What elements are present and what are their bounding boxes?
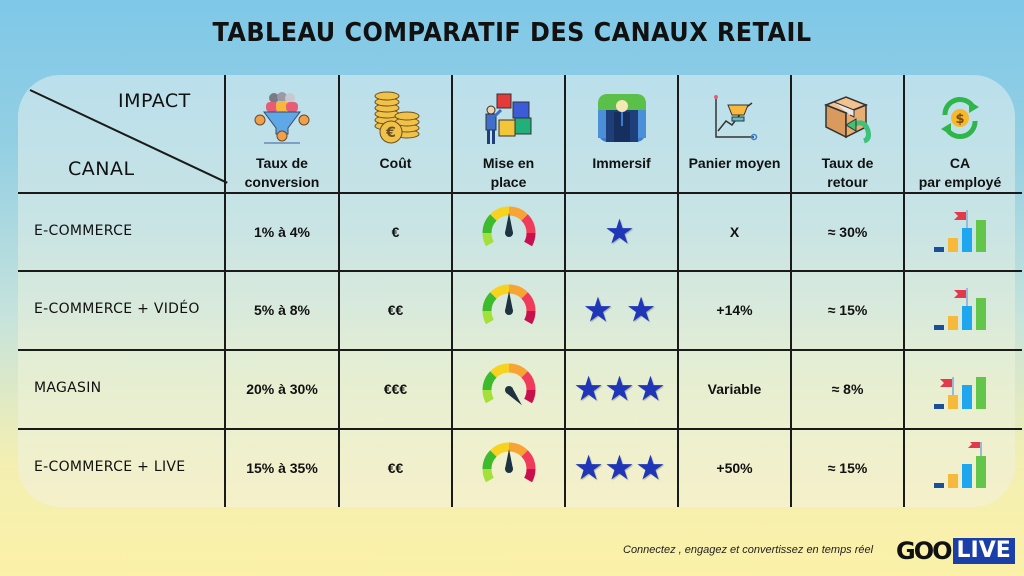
corner-label-canal: CANAL (68, 158, 135, 180)
row-label-canal: E-COMMERCE + LIVE (34, 459, 186, 475)
column-header-immersif: Immersif (566, 78, 677, 192)
euro-coins-icon: € (371, 88, 421, 148)
bar (934, 482, 944, 488)
conversion-funnel-icon (252, 88, 312, 148)
cell-mise-en-place (453, 350, 564, 428)
cell-conversion: 5% à 8% (253, 302, 311, 318)
cell-cout: €€ (387, 460, 404, 476)
bar (962, 227, 972, 252)
svg-text:$: $ (955, 112, 964, 127)
cell-conversion: 15% à 35% (246, 460, 318, 476)
column-header-label: Coût (379, 155, 412, 171)
column-header-ca: $ CA par employé (905, 78, 1015, 192)
immersive-person-icon (596, 88, 648, 148)
row-label-canal: E-COMMERCE (34, 223, 133, 239)
revenue-cycle-icon: $ (937, 88, 983, 148)
return-box-icon (820, 88, 876, 148)
cell-immersif: ★ (566, 193, 677, 271)
speedometer-gauge-icon (479, 360, 539, 419)
star-rating-icon: ★★★ (575, 372, 668, 406)
column-header-label: Mise en place (482, 155, 535, 190)
goolive-logo: GOO LIVE (896, 537, 1015, 565)
speedometer-gauge-icon (479, 439, 539, 498)
corner-label-impact: IMPACT (118, 90, 191, 112)
bar (934, 246, 944, 252)
cell-panier-moyen: +14% (716, 302, 753, 318)
cell-taux-retour: ≈ 30% (827, 224, 868, 240)
cell-immersif: ★★★ (566, 350, 677, 428)
column-header-conversion: Taux de conversion (226, 78, 338, 192)
logo-goo-text: GOO (896, 537, 952, 565)
column-header-panier: Panier moyen (679, 78, 790, 192)
logo-live-text: LIVE (952, 538, 1015, 564)
bar (976, 455, 986, 488)
bar (962, 384, 972, 409)
bar-chart-flag-icon (930, 284, 990, 337)
puzzle-setup-icon (481, 88, 537, 148)
star-rating-icon: ★ ★ (584, 293, 659, 327)
column-header-label: Immersif (592, 155, 651, 171)
bar (976, 219, 986, 252)
star-rating-icon: ★ (606, 215, 637, 249)
bar (976, 297, 986, 330)
bar (934, 324, 944, 330)
cell-mise-en-place (453, 429, 564, 507)
bar (948, 237, 958, 252)
bar-chart-flag-icon (930, 437, 990, 495)
cell-cout: €€ (387, 302, 404, 318)
cell-ca-par-employe (905, 271, 1015, 349)
svg-text:€: € (385, 125, 396, 141)
cell-ca-par-employe (905, 429, 1015, 507)
speedometer-gauge-icon (479, 203, 539, 262)
column-header-mise-en-place: Mise en place (453, 78, 564, 192)
bar (976, 376, 986, 409)
cell-ca-par-employe (905, 350, 1015, 428)
bar (948, 315, 958, 330)
bar (948, 394, 958, 409)
cell-cout: €€€ (383, 381, 408, 397)
column-header-cout: € Coût (340, 78, 451, 192)
cell-mise-en-place (453, 193, 564, 271)
column-header-retour: Taux de retour (792, 78, 903, 192)
cell-immersif: ★★★ (566, 429, 677, 507)
cell-ca-par-employe (905, 193, 1015, 271)
cell-taux-retour: ≈ 15% (827, 460, 868, 476)
bar (962, 463, 972, 488)
bar (948, 473, 958, 488)
cell-taux-retour: ≈ 15% (827, 302, 868, 318)
bar (934, 403, 944, 409)
cell-panier-moyen: Variable (707, 381, 762, 397)
speedometer-gauge-icon (479, 281, 539, 340)
cell-cout: € (391, 224, 400, 240)
row-label-canal: MAGASIN (34, 380, 102, 396)
star-rating-icon: ★★★ (575, 451, 668, 485)
column-header-label: Taux de retour (821, 155, 874, 190)
cell-panier-moyen: +50% (716, 460, 753, 476)
column-header-label: CA par employé (918, 155, 1002, 190)
cell-panier-moyen: X (729, 224, 740, 240)
cart-growth-chart-icon (710, 88, 760, 148)
footer-tagline: Connectez , engagez et convertissez en t… (623, 544, 874, 556)
cell-taux-retour: ≈ 8% (831, 381, 864, 397)
bar (962, 305, 972, 330)
cell-conversion: 1% à 4% (253, 224, 311, 240)
cell-conversion: 20% à 30% (246, 381, 318, 397)
column-header-label: Taux de conversion (244, 155, 320, 190)
bar-chart-flag-icon (930, 363, 990, 416)
comparison-table: IMPACT CANAL Taux de conversion € Coût M… (0, 0, 1024, 576)
row-label-canal: E-COMMERCE + VIDÉO (34, 301, 200, 317)
cell-immersif: ★ ★ (566, 271, 677, 349)
column-header-label: Panier moyen (688, 155, 781, 171)
cell-mise-en-place (453, 271, 564, 349)
bar-chart-flag-icon (930, 206, 990, 259)
